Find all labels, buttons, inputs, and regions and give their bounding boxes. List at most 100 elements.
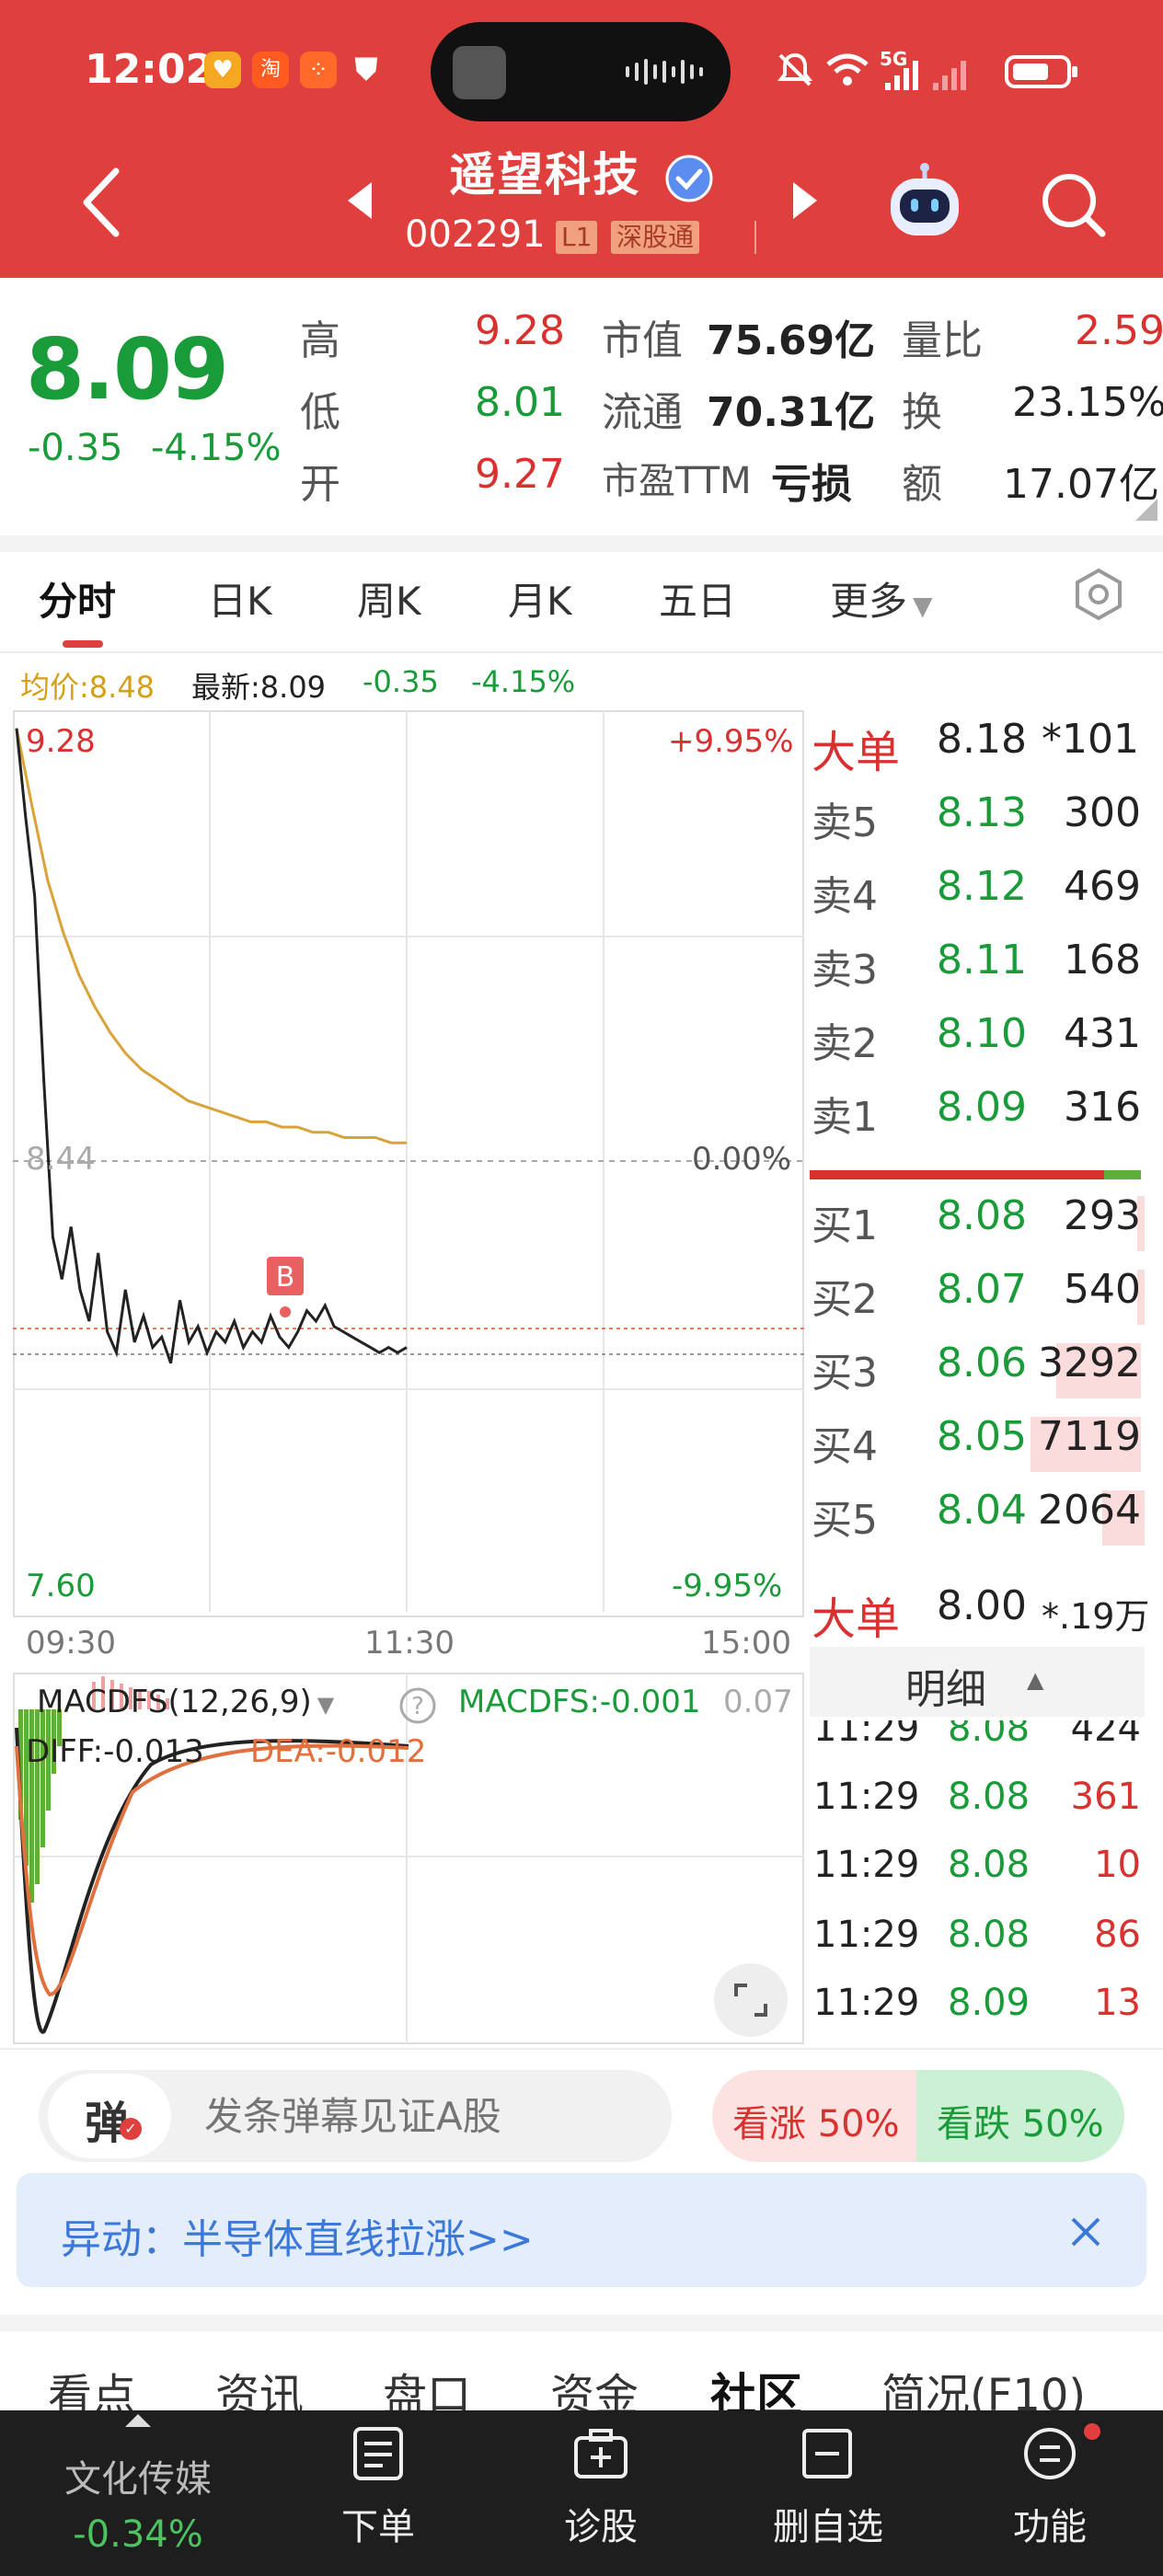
bid-price: 8.07 [937,1266,1027,1313]
wifi-icon [826,53,869,86]
album-art [453,46,506,99]
bullish-button[interactable]: 看涨 50% [712,2070,916,2162]
next-stock-icon[interactable] [789,180,821,221]
section-tabs: 看点 资讯 盘口 资金 社区 简况(F10) [0,2331,1163,2410]
tab-weekly-k[interactable]: 周K [357,570,421,627]
high-value: 9.28 [475,307,565,354]
tab-intraday[interactable]: 分时 [39,570,116,627]
ask-label: 卖5 [812,799,878,846]
pct-bottom-label: -9.95% [672,1568,783,1604]
taobao-app-icon: 淘 [252,52,289,88]
remove-watchlist-label: 删自选 [773,2506,883,2548]
macd-chart[interactable] [13,1673,804,2044]
alert-banner[interactable]: 异动：半导体直线拉涨>> [17,2173,1146,2287]
pct-mid-label: 0.00% [692,1141,792,1178]
fullscreen-button[interactable] [714,1963,788,2037]
ask-price: 8.12 [937,863,1027,910]
intraday-chart[interactable]: B [13,710,804,1617]
mute-icon [777,52,813,86]
bearish-button[interactable]: 看跌 50% [916,2070,1124,2162]
danmu-icon: 弹 [85,2098,130,2149]
avg-price-label: 均价:8.48 [20,670,155,705]
detail-header[interactable]: 明细 ▲ [810,1647,1145,1717]
tab-funds[interactable]: 资金 [550,2359,639,2410]
tick-volume: 13 [1094,1982,1141,2024]
tab-five-day[interactable]: 五日 [659,570,736,627]
price-change: -0.35 [28,427,123,469]
mcap-value: 75.69亿 [707,317,876,364]
search-icon[interactable] [1038,169,1108,239]
current-price: 8.09 [26,320,229,419]
remove-icon [802,2429,852,2478]
divider [0,2315,1163,2331]
danmu-input[interactable] [204,2088,646,2144]
price-line [15,728,408,1364]
bid-volume: 7119 [1038,1413,1141,1460]
tab-more[interactable]: 更多 ▼ [830,570,933,627]
bid-volume: 293 [1064,1192,1141,1239]
help-icon[interactable]: ? [397,1685,438,1726]
diff-line [15,1727,409,2034]
ask-price: 8.09 [937,1084,1027,1131]
turnover-label: 换 [902,389,942,436]
signal-icon [885,61,966,90]
low-value: 8.01 [475,379,565,426]
bid-volume: 3292 [1038,1340,1141,1386]
stock-code: 002291 [405,213,546,256]
danmu-toggle[interactable]: 弹 ✓ [48,2074,171,2158]
diagnose-label: 诊股 [564,2506,638,2548]
stock-name: 遥望科技 [0,138,1163,204]
order-button[interactable]: 下单 [318,2410,438,2576]
order-label: 下单 [341,2506,415,2548]
low-label: 低 [300,389,340,436]
ask-price: 8.11 [937,937,1027,983]
bottom-bar: 文化传媒 -0.34% 下单 诊股 删自选 功能 [0,2410,1163,2576]
tick-time: 11:29 [813,1844,920,1886]
tab-monthly-k[interactable]: 月K [508,570,572,627]
divider [0,651,1163,653]
tab-community[interactable]: 社区 [710,2359,802,2410]
verified-icon [665,155,713,201]
mcap-label: 市值 [602,317,683,364]
bullish-label: 看涨 50% [732,2103,900,2145]
tab-daily-k[interactable]: 日K [208,570,272,627]
sector-name[interactable]: 文化传媒 [28,2449,248,2502]
bid-price: 8.06 [937,1340,1027,1386]
tab-market[interactable]: 盘口 [383,2359,471,2410]
tick-time: 11:29 [813,1914,920,1956]
diagnose-button[interactable]: 诊股 [541,2410,661,2576]
ask-label: 卖3 [812,947,878,994]
divider [0,2048,1163,2050]
close-icon[interactable] [1067,2214,1104,2250]
big-order-bottom-vol: *.19万 [1042,1596,1150,1637]
expand-corner-icon[interactable] [1135,499,1157,521]
chart-change-pct: -4.15% [471,664,576,699]
big-order-bottom-label: 大单 [812,1593,901,1645]
float-value: 70.31亿 [707,389,876,436]
turnover-value: 23.15% [1012,379,1163,426]
remove-watchlist-button[interactable]: 删自选 [754,2410,902,2576]
ask-bid-bar-sell [810,1170,1104,1179]
macd-name[interactable]: MACDFS(12,26,9) ▼ [37,1684,334,1720]
robot-assistant-icon[interactable] [883,162,966,245]
chevron-up-icon: ▲ [1027,1667,1044,1693]
big-order-top-label: 大单 [812,727,901,778]
ask-price: 8.13 [937,789,1027,836]
bid-volume: 540 [1064,1266,1141,1313]
stock-detail-screen: 12:02 ♥ 淘 ⁘ ⛊ 5G 遥望科技 002291 L1 深股通 8.09… [0,0,1163,2576]
macd-right-value: 0.07 [723,1684,793,1720]
buy-marker[interactable]: B [267,1257,304,1317]
x-tick-1130: 11:30 [364,1625,455,1662]
tab-profile[interactable]: 简况(F10) [881,2359,1086,2410]
big-order-bottom-price: 8.00 [937,1582,1027,1629]
bearish-label: 看跌 50% [937,2103,1104,2145]
tab-highlights[interactable]: 看点 [48,2359,136,2410]
heart-app-icon: ♥ [204,52,241,88]
pct-top-label: +9.95% [668,723,794,760]
tab-news[interactable]: 资讯 [215,2359,304,2410]
bid-label: 买5 [812,1497,878,1544]
settings-hex-icon[interactable] [1071,567,1126,622]
bid-label: 买3 [812,1350,878,1397]
function-button[interactable]: 功能 [990,2410,1110,2576]
sector-change: -0.34% [73,2513,203,2556]
